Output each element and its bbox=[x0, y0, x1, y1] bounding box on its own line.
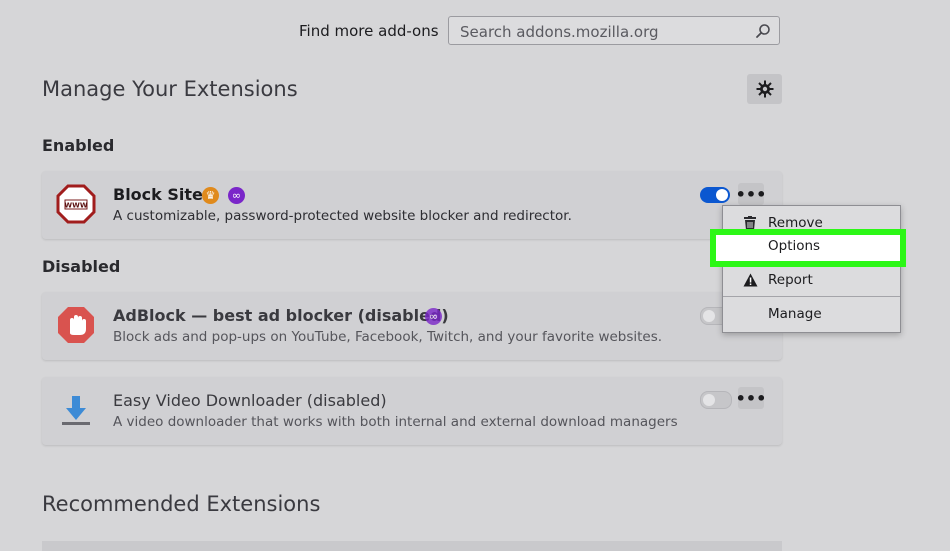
recommended-badge-icon: ♛ bbox=[202, 187, 219, 204]
more-options-button[interactable]: ••• bbox=[735, 183, 767, 205]
ellipsis-icon: ••• bbox=[735, 388, 767, 408]
extension-description: A video downloader that works with both … bbox=[113, 414, 678, 430]
ellipsis-icon: ••• bbox=[735, 184, 767, 204]
gear-icon bbox=[756, 80, 773, 98]
menu-item-manage[interactable]: Manage bbox=[723, 302, 900, 328]
extension-description: Block ads and pop-ups on YouTube, Facebo… bbox=[113, 329, 663, 345]
svg-text:WWW: WWW bbox=[64, 202, 87, 210]
extension-card-easy-video-downloader[interactable]: Easy Video Downloader (disabled) A video… bbox=[42, 377, 782, 445]
page-title: Manage Your Extensions bbox=[42, 77, 298, 101]
extension-description: A customizable, password-protected websi… bbox=[113, 208, 572, 224]
menu-item-report[interactable]: Report bbox=[723, 268, 900, 294]
extension-card-block-site[interactable]: WWW Block Site ♛ ∞ A customizable, passw… bbox=[42, 171, 782, 239]
recommended-card-edge bbox=[42, 541, 782, 551]
section-enabled-heading: Enabled bbox=[42, 136, 115, 155]
find-more-addons-label: Find more add-ons bbox=[299, 22, 439, 40]
blocksite-octagon-icon: WWW bbox=[56, 184, 96, 224]
extension-card-adblock[interactable]: AdBlock — best ad blocker (disabled) ∞ B… bbox=[42, 292, 782, 360]
extension-name: Easy Video Downloader (disabled) bbox=[113, 391, 387, 410]
menu-item-options[interactable]: Options bbox=[710, 229, 906, 267]
recommended-extensions-heading: Recommended Extensions bbox=[42, 492, 321, 516]
extension-name: Block Site bbox=[113, 185, 203, 204]
menu-item-label: Manage bbox=[768, 306, 822, 322]
search-placeholder: Search addons.mozilla.org bbox=[460, 23, 659, 41]
warning-icon bbox=[743, 273, 758, 287]
private-browsing-badge-icon: ∞ bbox=[228, 187, 245, 204]
search-icon bbox=[756, 24, 770, 38]
menu-item-label: Report bbox=[768, 272, 813, 288]
addons-search-input[interactable]: Search addons.mozilla.org bbox=[448, 16, 780, 45]
extension-name: AdBlock — best ad blocker (disabled) bbox=[113, 306, 449, 325]
menu-item-label: Options bbox=[768, 238, 821, 254]
section-disabled-heading: Disabled bbox=[42, 257, 121, 276]
enable-toggle[interactable] bbox=[700, 391, 732, 409]
extension-context-menu: Remove Report Manage bbox=[722, 205, 901, 333]
more-options-button[interactable]: ••• bbox=[735, 387, 767, 409]
download-arrow-icon bbox=[62, 396, 90, 425]
menu-separator bbox=[723, 296, 900, 297]
tools-gear-button[interactable] bbox=[747, 74, 782, 104]
private-browsing-badge-icon: ∞ bbox=[425, 308, 442, 325]
adblock-hand-icon bbox=[58, 307, 94, 343]
enable-toggle[interactable] bbox=[700, 187, 730, 203]
